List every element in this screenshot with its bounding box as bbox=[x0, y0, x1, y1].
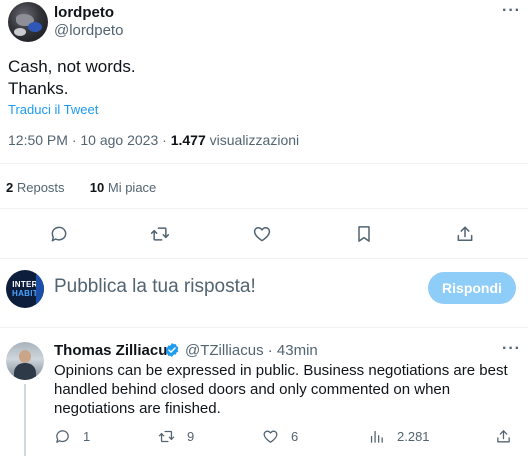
reply-text: Opinions can be expressed in public. Bus… bbox=[54, 362, 508, 417]
likes-count: 10 bbox=[89, 180, 105, 195]
avatar-logo-text: HABIT bbox=[12, 289, 38, 298]
meta-separator: · bbox=[67, 132, 81, 148]
replies-count: 1 bbox=[83, 428, 91, 444]
divider bbox=[0, 327, 528, 328]
tweet-meta: 12:50 PM · 10 ago 2023 · 1.477 visualizz… bbox=[8, 132, 299, 148]
reposts-stat[interactable]: 2 Reposts bbox=[6, 180, 65, 195]
author-handle[interactable]: @lordpeto bbox=[54, 22, 123, 39]
reply-button[interactable]: Rispondi bbox=[428, 272, 516, 304]
avatar-logo-text: INTER bbox=[12, 280, 38, 289]
like-icon bbox=[263, 430, 278, 443]
reply-author-handle[interactable]: @TZilliacus · 43min bbox=[185, 342, 318, 359]
views-count: 2.281 bbox=[397, 428, 430, 444]
tweet-time[interactable]: 12:50 PM bbox=[8, 132, 68, 148]
meta-separator: · bbox=[158, 132, 171, 148]
tweet-stats: 2 Reposts 10 Mi piace bbox=[6, 180, 156, 195]
tweet-text-line: Cash, not words. bbox=[8, 57, 136, 76]
reply-replies-button[interactable]: 1 bbox=[54, 426, 90, 446]
reply-views-button[interactable]: 2.281 bbox=[368, 426, 430, 446]
reply-input[interactable]: Pubblica la tua risposta! bbox=[54, 276, 256, 298]
repost-icon bbox=[158, 430, 175, 442]
reposts-count: 9 bbox=[187, 428, 195, 444]
bookmark-icon[interactable] bbox=[352, 222, 376, 246]
views-label: visualizzazioni bbox=[205, 132, 300, 148]
likes-stat[interactable]: 10 Mi piace bbox=[90, 180, 157, 195]
repost-icon[interactable] bbox=[148, 222, 172, 246]
divider bbox=[0, 163, 528, 164]
reply-like-button[interactable]: 6 bbox=[262, 426, 298, 446]
author-avatar[interactable] bbox=[8, 2, 48, 42]
tweet-text: Cash, not words. Thanks. bbox=[8, 56, 136, 100]
reply-repost-button[interactable]: 9 bbox=[158, 426, 194, 446]
reply-share-button[interactable] bbox=[495, 426, 512, 446]
share-icon bbox=[497, 429, 510, 442]
thread-line bbox=[24, 384, 26, 456]
likes-label: Mi piace bbox=[104, 180, 157, 195]
more-icon[interactable]: ··· bbox=[502, 2, 521, 20]
divider bbox=[0, 208, 528, 209]
reposts-label: Reposts bbox=[13, 180, 65, 195]
share-icon[interactable] bbox=[453, 222, 477, 246]
divider bbox=[0, 258, 528, 259]
reply-icon[interactable] bbox=[47, 222, 71, 246]
tweet-text-line: Thanks. bbox=[8, 79, 69, 98]
verified-icon bbox=[165, 343, 179, 357]
reply-icon bbox=[56, 429, 69, 443]
like-icon[interactable] bbox=[250, 222, 274, 246]
translate-link[interactable]: Traduci il Tweet bbox=[8, 102, 98, 117]
likes-count: 6 bbox=[291, 428, 299, 444]
views-count: 1.477 bbox=[170, 132, 206, 148]
current-user-avatar[interactable]: INTER HABIT bbox=[6, 270, 44, 308]
views-icon bbox=[370, 430, 383, 443]
reply-author-avatar[interactable] bbox=[6, 342, 44, 380]
author-display-name[interactable]: lordpeto bbox=[54, 4, 114, 21]
more-icon[interactable]: ··· bbox=[502, 340, 521, 358]
reply-author-name[interactable]: Thomas Zilliacus bbox=[54, 342, 176, 359]
tweet-date[interactable]: 10 ago 2023 bbox=[80, 132, 158, 148]
